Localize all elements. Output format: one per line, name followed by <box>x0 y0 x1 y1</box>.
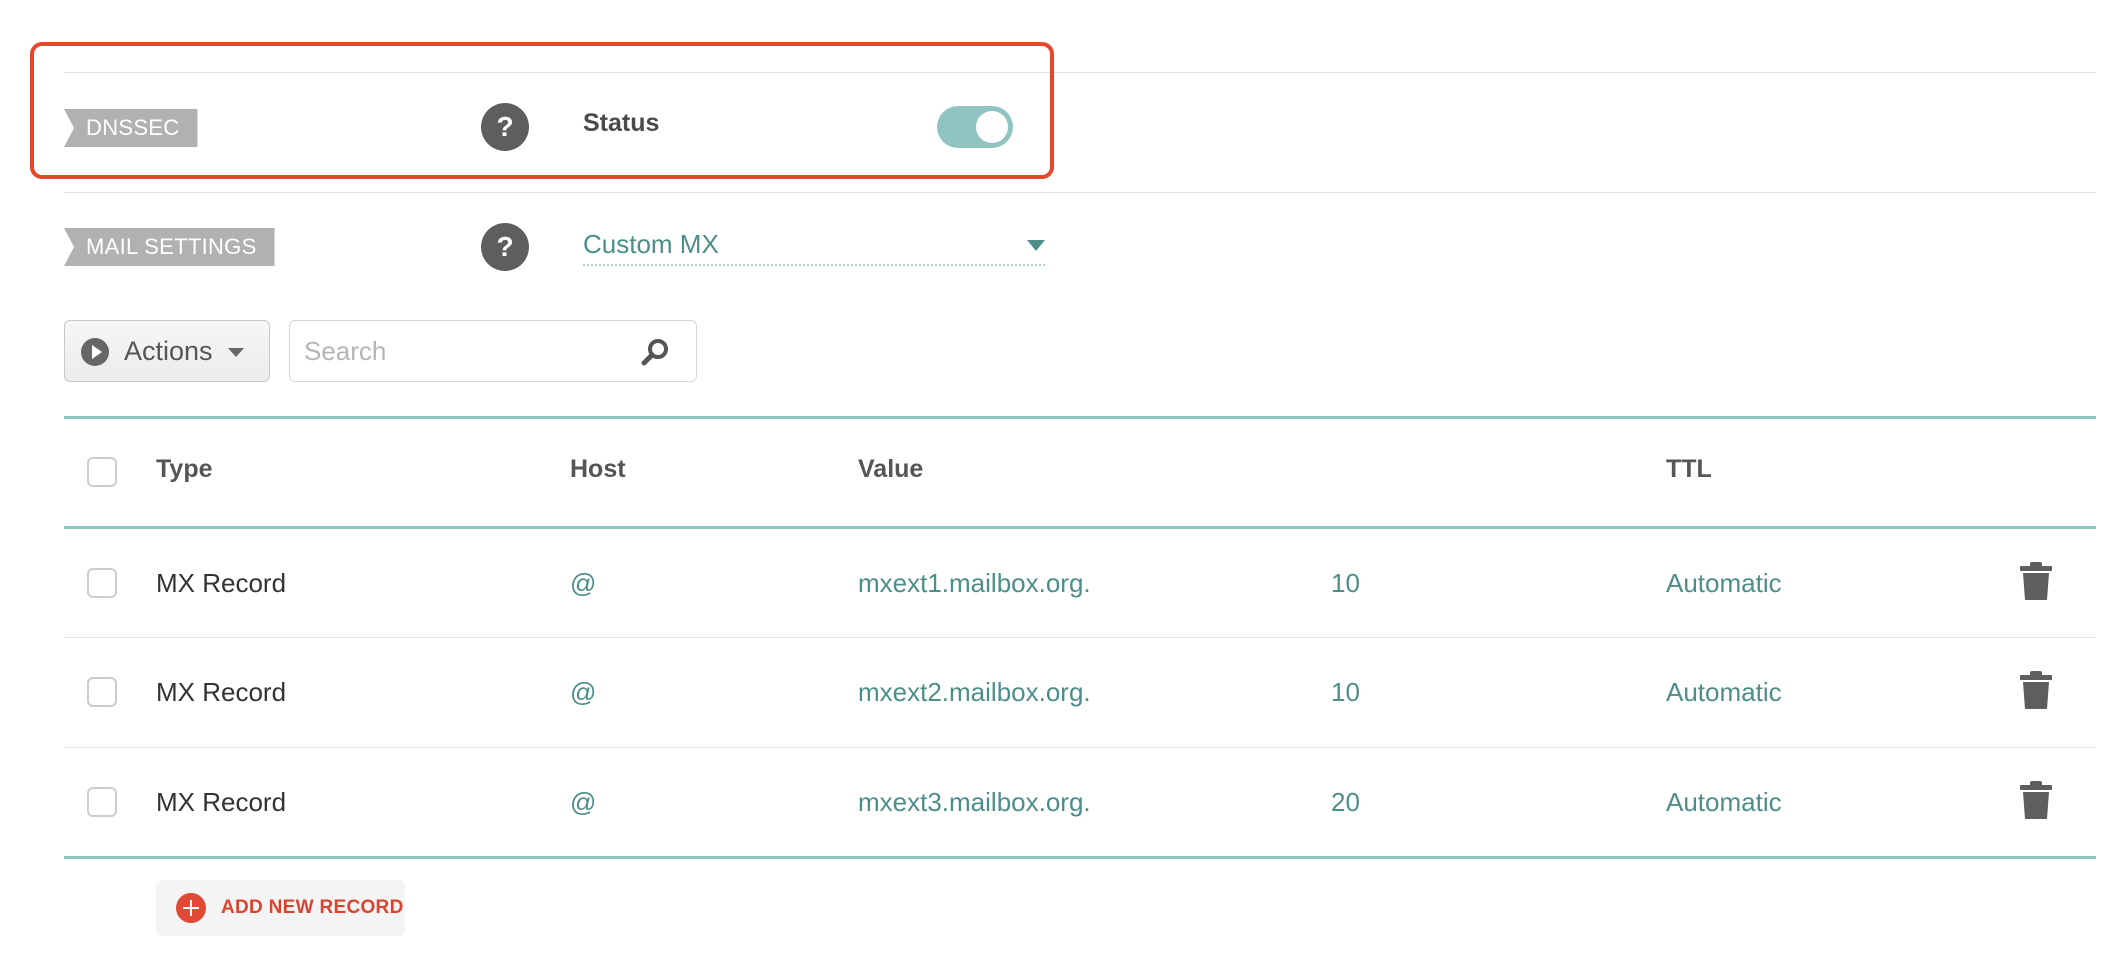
row-type: MX Record <box>156 568 287 598</box>
magnifier-icon[interactable] <box>640 337 670 367</box>
table-header-border <box>64 526 2096 529</box>
dnssec-status-toggle[interactable] <box>937 106 1013 148</box>
row-host[interactable]: @ <box>570 568 596 599</box>
row-checkbox[interactable] <box>87 787 117 817</box>
dnssec-help-icon[interactable]: ? <box>481 103 529 151</box>
mail-settings-tag: MAIL SETTINGS <box>64 228 275 266</box>
row-priority[interactable]: 10 <box>1331 568 1360 599</box>
search-box <box>289 320 697 382</box>
mail-settings-help-icon[interactable]: ? <box>481 223 529 271</box>
table-bottom-border <box>64 856 2096 859</box>
play-circle-icon <box>81 338 109 366</box>
row-value[interactable]: mxext3.mailbox.org. <box>858 787 1091 818</box>
actions-label: Actions <box>124 336 213 366</box>
row-type: MX Record <box>156 677 287 707</box>
actions-button[interactable]: Actions <box>64 320 270 382</box>
caret-down-icon <box>1027 240 1045 251</box>
row-host[interactable]: @ <box>570 677 596 708</box>
trash-icon[interactable] <box>2020 671 2052 709</box>
toggle-knob <box>976 111 1008 143</box>
column-header-value[interactable]: Value <box>858 455 923 484</box>
row-divider <box>64 637 2096 638</box>
row-priority[interactable]: 20 <box>1331 787 1360 818</box>
row-divider <box>64 747 2096 748</box>
dnssec-tag: DNSSEC <box>64 109 198 147</box>
trash-icon[interactable] <box>2020 781 2052 819</box>
select-all-checkbox[interactable] <box>87 457 117 487</box>
column-header-type[interactable]: Type <box>156 455 213 484</box>
add-new-record-label: ADD NEW RECORD <box>221 897 404 918</box>
plus-circle-icon <box>176 893 206 923</box>
row-checkbox[interactable] <box>87 677 117 707</box>
row-ttl[interactable]: Automatic <box>1666 787 1782 818</box>
divider-mid <box>64 192 2096 193</box>
table-top-border <box>64 416 2096 419</box>
row-host[interactable]: @ <box>570 787 596 818</box>
row-value[interactable]: mxext1.mailbox.org. <box>858 568 1091 599</box>
row-ttl[interactable]: Automatic <box>1666 568 1782 599</box>
row-priority[interactable]: 10 <box>1331 677 1360 708</box>
mail-settings-select[interactable]: Custom MX <box>583 226 1045 266</box>
dnssec-status-label: Status <box>583 109 660 137</box>
caret-down-icon <box>228 348 244 357</box>
mail-settings-selected-value: Custom MX <box>583 229 719 259</box>
add-new-record-button[interactable]: ADD NEW RECORD <box>156 880 405 936</box>
search-input[interactable] <box>304 329 634 373</box>
row-checkbox[interactable] <box>87 568 117 598</box>
row-ttl[interactable]: Automatic <box>1666 677 1782 708</box>
trash-icon[interactable] <box>2020 562 2052 600</box>
column-header-host[interactable]: Host <box>570 455 626 484</box>
row-value[interactable]: mxext2.mailbox.org. <box>858 677 1091 708</box>
row-type: MX Record <box>156 787 287 817</box>
column-header-ttl[interactable]: TTL <box>1666 455 1712 484</box>
